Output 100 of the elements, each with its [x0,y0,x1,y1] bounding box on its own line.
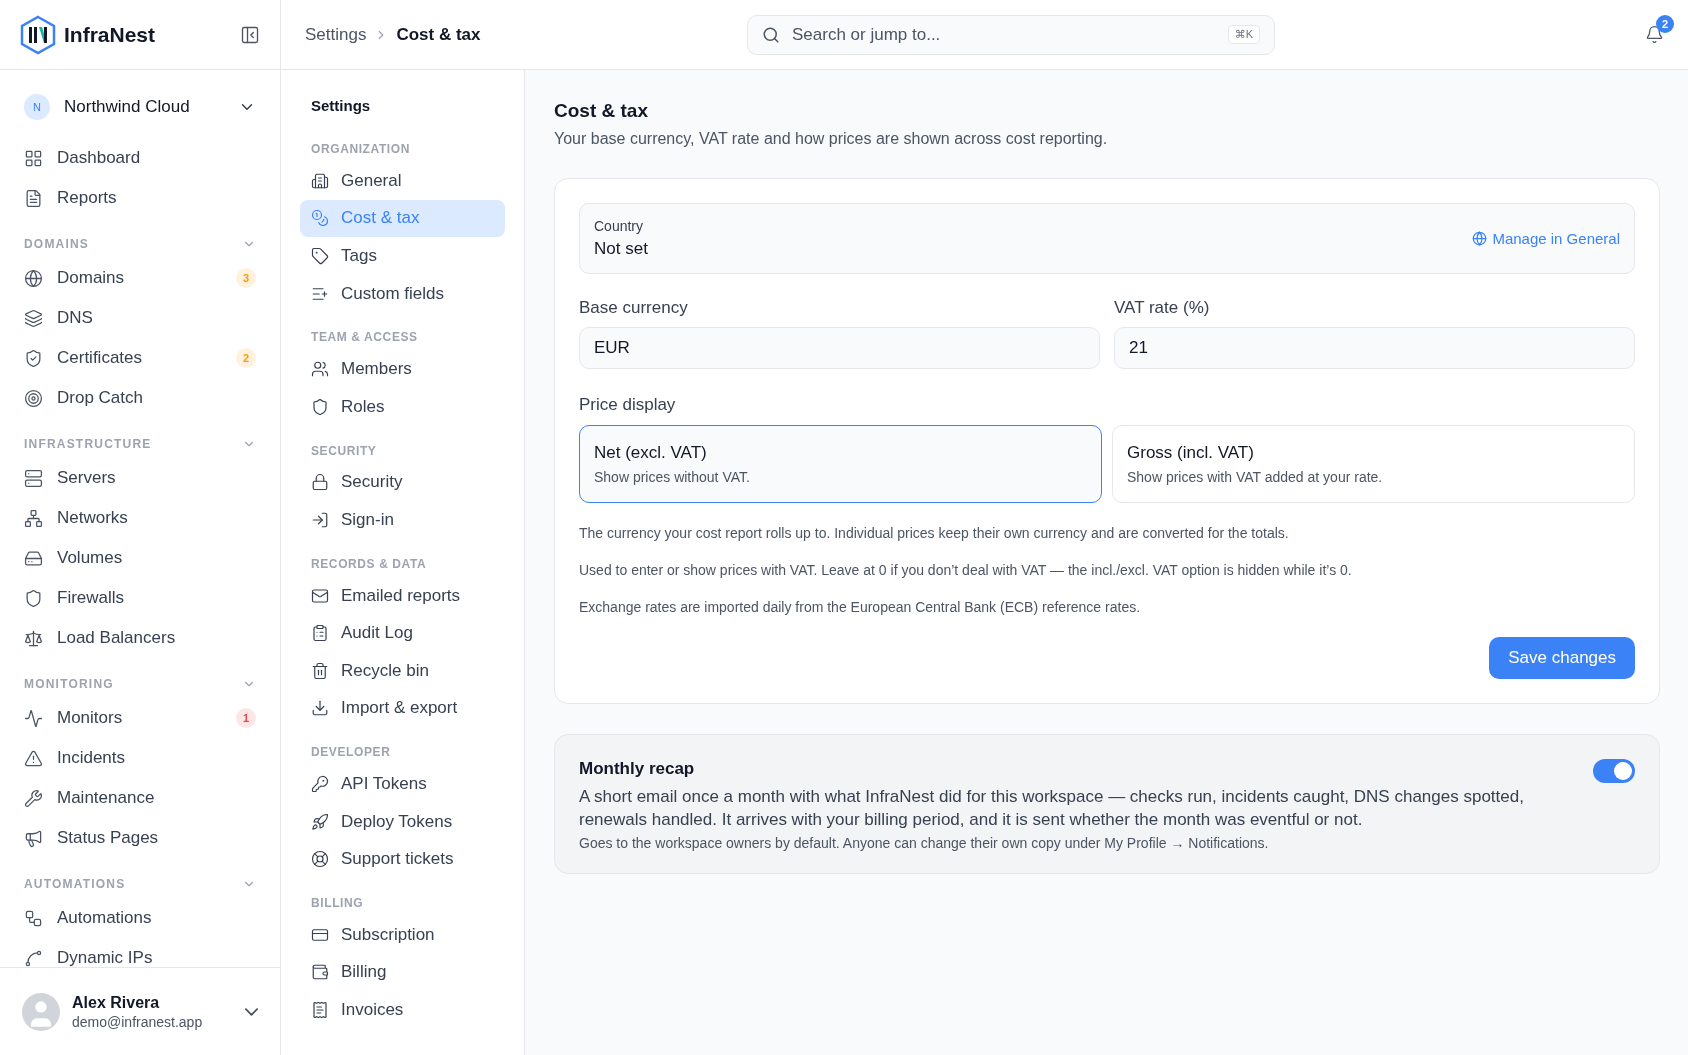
breadcrumb-link[interactable]: Settings [305,24,367,45]
toggle-switch[interactable] [1593,759,1635,783]
nav-icon [311,171,329,190]
sidebar-item[interactable]: DNS [16,298,264,338]
settings-group-heading: BILLING [310,894,365,912]
sidebar-item[interactable]: Monitors 1 [16,698,264,738]
workspace-switcher[interactable]: N Northwind Cloud [16,86,264,128]
settings-nav-item[interactable]: Custom fields [300,274,505,313]
count-badge: 3 [236,268,256,288]
recap-note: Goes to the workspace owners by default. Anyone can change their own copy under My Profile → Notifications. [579,835,1270,851]
nav-icon [24,748,43,768]
sidebar-item[interactable]: Automations [16,898,264,938]
notifications-button[interactable]: 2 [1645,15,1674,44]
settings-group-heading: SECURITY [310,442,378,460]
globe-icon [1472,231,1488,246]
sidebar-item[interactable]: Dynamic IPs [16,938,264,967]
help-text: The currency your cost report rolls up to. Individual prices keep their own currency and are converted for the totals. [579,524,1290,543]
nav-icon [24,788,43,808]
sidebar-item[interactable]: Maintenance [16,778,264,818]
settings-nav-item[interactable]: Tags [300,237,505,275]
settings-group-heading: TEAM & ACCESS [310,329,419,347]
settings-group-heading: RECORDS & DATA [310,555,428,573]
settings-title: Settings [310,97,372,116]
nav-icon [24,308,43,328]
nav-icon [311,850,329,869]
nav-icon [311,397,329,416]
user-menu-button[interactable] [245,1007,258,1016]
search-input[interactable]: Search or jump to... [790,23,1218,46]
search-field[interactable]: Search or jump to... ⌘K [747,14,1275,55]
nav-icon [311,360,329,379]
sidebar-item[interactable]: Firewalls [16,578,264,618]
recap-title: Monthly recap [579,759,696,779]
nav-icon [24,148,43,168]
nav-icon [24,588,43,608]
search-icon [762,25,780,44]
settings-group-heading: ORGANIZATION [310,141,411,158]
nav-section-heading: AUTOMATIONS [24,877,126,891]
settings-nav-item[interactable]: Security [300,463,505,502]
settings-nav-item[interactable]: Deploy Tokens [300,802,505,841]
settings-nav-item[interactable]: Recycle bin [300,651,505,690]
user-name: Alex Rivera [72,993,161,1012]
settings-nav-item[interactable]: General [300,162,505,200]
nav-icon [311,661,329,680]
settings-nav-item[interactable]: Sign-in [300,501,505,539]
sidebar-item[interactable]: Reports [16,178,264,218]
page-title: Cost & tax [554,100,649,122]
settings-nav-item[interactable]: Members [300,350,505,388]
shortcut-hint: ⌘K [1227,25,1260,44]
sidebar-item[interactable]: Certificates 2 [16,338,264,378]
nav-icon [24,908,43,928]
bell-icon [1645,25,1664,44]
nav-icon [24,188,43,208]
nav-icon [311,699,329,718]
user-email: demo@infranest.app [72,1013,204,1030]
settings-nav-item[interactable]: Audit Log [300,614,505,652]
sidebar-item[interactable]: Drop Catch [16,378,264,418]
sidebar-item[interactable]: Domains 3 [16,258,264,298]
settings-nav-item[interactable]: Subscription [300,915,505,954]
notification-count: 2 [1656,15,1674,33]
nav-section-heading: MONITORING [24,677,114,691]
nav-icon [24,468,43,488]
save-button[interactable]: Save changes [1489,637,1635,679]
field-value: Not set [594,239,649,259]
input-field[interactable]: EUR [579,327,1100,369]
collapse-sidebar-button[interactable] [240,24,260,45]
nav-icon [311,586,329,605]
sidebar-item[interactable]: Load Balancers [16,618,264,658]
settings-nav-item[interactable]: API Tokens [300,765,505,803]
nav-icon [311,774,329,793]
help-text: Exchange rates are imported daily from the European Central Bank (ECB) reference rates. [579,598,1142,617]
sidebar-item[interactable]: Dashboard [16,138,264,178]
page-subtitle: Your base currency, VAT rate and how prices are shown across cost reporting. [554,130,1109,148]
nav-icon [24,828,43,848]
settings-nav-item[interactable]: Roles [300,387,505,426]
help-text: Used to enter or show prices with VAT. Leave at 0 if you don’t deal with VAT — the incl./excl. VAT option is hidden while it’s 0. [579,561,1353,580]
logo-icon [20,14,56,55]
nav-icon [24,268,43,288]
nav-icon [311,812,329,831]
nav-icon [24,388,43,408]
field-label: Price display [579,395,677,415]
field-label: VAT rate (%) [1114,298,1211,318]
input-field[interactable]: 21 [1114,327,1635,369]
sidebar-item[interactable]: Servers [16,458,264,498]
count-badge: 2 [236,348,256,368]
settings-nav-item[interactable]: Import & export [300,689,505,728]
nav-icon [311,963,329,982]
settings-nav-item[interactable]: Emailed reports [300,576,505,615]
option-card[interactable]: Gross (incl. VAT) Show prices with VAT added at your rate. [1112,425,1635,503]
manage-link[interactable]: Manage in General [1472,230,1620,247]
settings-nav-item[interactable]: Invoices [300,991,505,1029]
option-card[interactable]: Net (excl. VAT) Show prices without VAT. [579,425,1102,503]
settings-nav-item[interactable]: Billing [300,953,505,992]
nav-icon [311,1000,329,1019]
sidebar-item[interactable]: Incidents [16,738,264,778]
sidebar-item[interactable]: Status Pages [16,818,264,858]
settings-nav-item[interactable]: Support tickets [300,840,505,878]
nav-section-heading: DOMAINS [24,237,90,251]
recap-description: A short email once a month with what InfraNest did for this workspace — checks run, incidents caught, DNS changes spotted, renewals handled. It arrives with your billing period, and it is sent whether the month was eventful or not. [579,786,1525,831]
sidebar-item[interactable]: Volumes [16,538,264,578]
sidebar-item[interactable]: Networks [16,498,264,538]
